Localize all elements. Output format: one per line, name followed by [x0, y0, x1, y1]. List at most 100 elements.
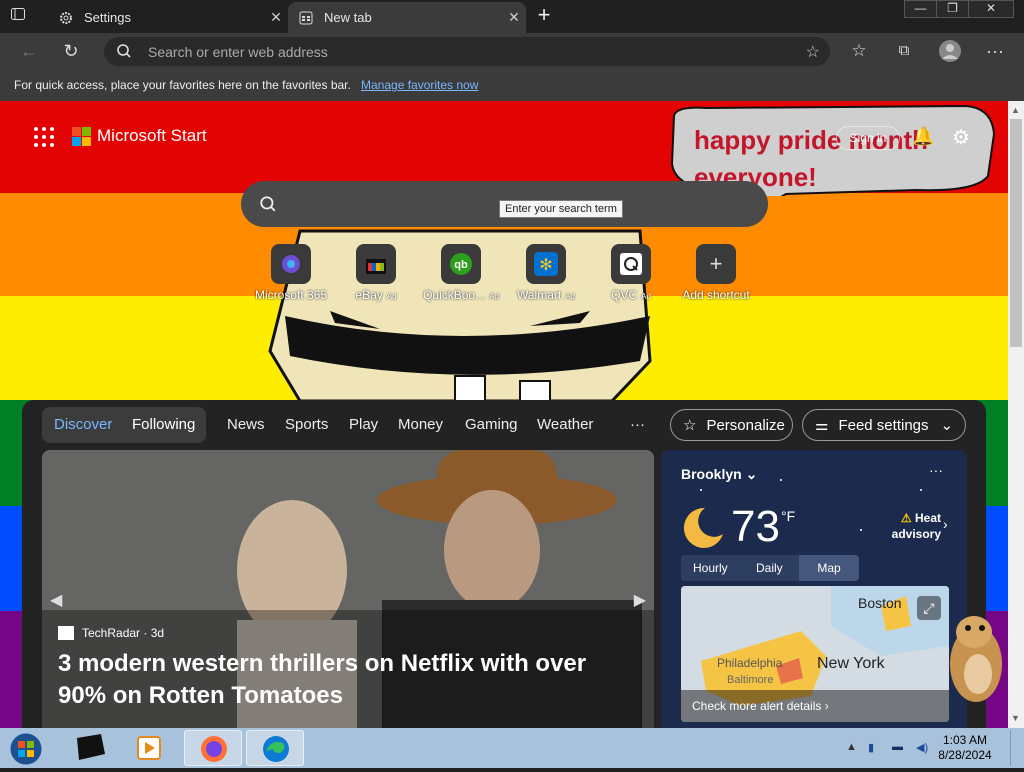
close-tab-icon[interactable]: ✕ — [264, 9, 288, 26]
weather-location-button[interactable]: Brooklyn ⌄ — [681, 466, 757, 483]
source-label: TechRadar · 3d — [82, 626, 165, 640]
personalize-star-icon: ☆ — [683, 417, 697, 434]
ad-badge: Ad — [489, 292, 499, 301]
carousel-prev-icon[interactable]: ◀ — [50, 590, 62, 610]
add-favorite-icon[interactable]: ☆ — [806, 42, 820, 62]
taskbar-app-edge[interactable] — [246, 730, 304, 766]
alert-details-link[interactable]: Check more alert details › — [692, 699, 829, 713]
nav-gaming[interactable]: Gaming — [465, 416, 518, 433]
feed-panel: Discover Following News Sports Play Mone… — [22, 400, 986, 740]
shortcut-qvc[interactable]: QVC Ad — [586, 244, 676, 302]
hamster-sticker — [950, 616, 1002, 702]
article-source: TechRadar · 3d — [58, 626, 164, 640]
gear-icon — [58, 10, 74, 26]
ebay-bag-icon — [356, 244, 396, 284]
microsoft-365-icon — [271, 244, 311, 284]
add-shortcut-button[interactable]: + Add shortcut — [671, 244, 761, 302]
terminal-app-icon — [77, 734, 105, 760]
clock-date: 8/28/2024 — [938, 748, 992, 762]
restore-button[interactable]: ❐ — [936, 0, 969, 18]
shortcut-walmart[interactable]: ✻ Walmart Ad — [501, 244, 591, 302]
nav-weather[interactable]: Weather — [537, 416, 593, 433]
feed-settings-button[interactable]: ⚌ Feed settings ⌄ — [802, 409, 966, 441]
shortcut-label: Microsoft 365 — [254, 288, 328, 302]
taskbar-app-terminal[interactable] — [61, 730, 119, 766]
shortcut-label: QuickBoo... — [423, 288, 486, 302]
taskbar-app-firefox[interactable] — [184, 730, 242, 766]
search-icon — [116, 43, 132, 64]
favorites-icon[interactable]: ☆ — [846, 39, 872, 63]
tab-map[interactable]: Map — [799, 555, 859, 581]
show-desktop-button[interactable] — [1010, 730, 1022, 766]
heat-advisory-link[interactable]: ⚠ Heat advisory — [889, 510, 941, 542]
tab-discover[interactable]: Discover — [54, 416, 112, 433]
favorites-bar-message: For quick access, place your favorites h… — [14, 78, 351, 92]
close-window-button[interactable]: ✕ — [968, 0, 1014, 18]
browser-toolbar: ← ↻ Search or enter web address ☆ ☆ ⧉ ··… — [0, 33, 1024, 69]
nav-money[interactable]: Money — [398, 416, 443, 433]
tab-daily[interactable]: Daily — [756, 561, 783, 575]
collections-icon[interactable]: ⧉ — [891, 39, 917, 63]
tab-following[interactable]: Following — [132, 416, 195, 433]
carousel-next-icon[interactable]: ▶ — [634, 590, 646, 610]
volume-icon[interactable]: ◀) — [916, 741, 928, 754]
tab-actions-icon[interactable] — [10, 6, 32, 26]
scrollbar-thumb[interactable] — [1010, 119, 1022, 347]
tab-hourly[interactable]: Hourly — [693, 561, 728, 575]
map-label-baltimore: Baltimore — [727, 674, 774, 686]
shortcut-ebay[interactable]: eBay Ad — [331, 244, 421, 302]
sign-in-button[interactable]: Sign in — [836, 126, 900, 150]
personalize-button[interactable]: ☆ Personalize — [670, 409, 793, 441]
feed-settings-label: Feed settings — [838, 416, 929, 434]
show-hidden-icons[interactable]: ▲ — [846, 741, 857, 753]
nav-sports[interactable]: Sports — [285, 416, 328, 433]
taskbar-clock[interactable]: 1:03 AM 8/28/2024 — [930, 733, 1000, 763]
address-bar[interactable]: Search or enter web address ☆ — [104, 37, 830, 66]
city-label: Brooklyn — [681, 466, 742, 482]
weather-more-icon[interactable]: ··· — [929, 462, 943, 478]
tab-settings[interactable]: Settings ✕ — [48, 2, 288, 33]
back-arrow-icon[interactable]: ← — [16, 39, 42, 63]
chevron-down-icon: ⌄ — [745, 466, 758, 482]
tab-strip: Settings ✕ New tab ✕ + — ❐ ✕ — [0, 0, 1024, 33]
shortcut-label: eBay — [355, 288, 383, 302]
svg-text:✻: ✻ — [539, 255, 552, 274]
taskbar-app-media-player[interactable] — [121, 730, 179, 766]
app-launcher-icon[interactable] — [34, 127, 54, 147]
manage-favorites-link[interactable]: Manage favorites now — [361, 78, 478, 92]
refresh-icon[interactable]: ↻ — [58, 39, 84, 63]
brand-title: Microsoft Start — [97, 126, 207, 145]
tab-new-tab[interactable]: New tab ✕ — [288, 2, 526, 33]
ad-badge: Ad — [386, 292, 397, 301]
quickbooks-icon: qb — [441, 244, 481, 284]
minimize-button[interactable]: — — [904, 0, 937, 18]
action-center-icon[interactable]: ▬ — [892, 741, 903, 753]
weather-alert-map[interactable]: Boston New York Philadelphia Baltimore ⤢… — [681, 586, 949, 722]
expand-map-icon[interactable]: ⤢ — [917, 596, 941, 620]
close-tab-icon[interactable]: ✕ — [502, 9, 526, 26]
personalize-label: Personalize — [706, 416, 785, 434]
scroll-down-icon[interactable]: ▼ — [1011, 713, 1020, 723]
shortcut-microsoft-365[interactable]: Microsoft 365 — [246, 244, 336, 302]
notifications-bell-icon[interactable]: 🔔 — [912, 126, 934, 147]
qvc-icon — [611, 244, 651, 284]
nav-more-icon[interactable]: ··· — [630, 416, 645, 433]
new-tab-button[interactable]: + — [532, 4, 556, 28]
temperature: 73 — [731, 502, 780, 551]
favorites-bar: For quick access, place your favorites h… — [0, 69, 1024, 101]
page-settings-gear-icon[interactable]: ⚙ — [952, 125, 970, 150]
nav-news[interactable]: News — [227, 416, 265, 433]
scroll-up-icon[interactable]: ▲ — [1011, 105, 1020, 115]
nav-play[interactable]: Play — [349, 416, 378, 433]
article-headline[interactable]: 3 modern western thrillers on Netflix wi… — [58, 648, 638, 712]
start-button-icon[interactable] — [7, 732, 45, 766]
temperature-unit: °F — [781, 508, 796, 524]
profile-avatar[interactable] — [937, 39, 963, 63]
more-menu-icon[interactable]: ··· — [982, 39, 1008, 63]
page-scrollbar[interactable]: ▲ ▼ — [1008, 101, 1024, 728]
techradar-logo-icon — [58, 626, 74, 640]
weather-card: Brooklyn ⌄ ··· 73 °F ⚠ Heat advisory › H… — [661, 450, 967, 740]
shortcut-quickbooks[interactable]: qb QuickBoo... Ad — [416, 244, 506, 302]
network-icon[interactable]: ▮ — [868, 741, 874, 754]
hero-article-card[interactable]: ◀ ▶ TechRadar · 3d 3 modern western thri… — [42, 450, 654, 740]
